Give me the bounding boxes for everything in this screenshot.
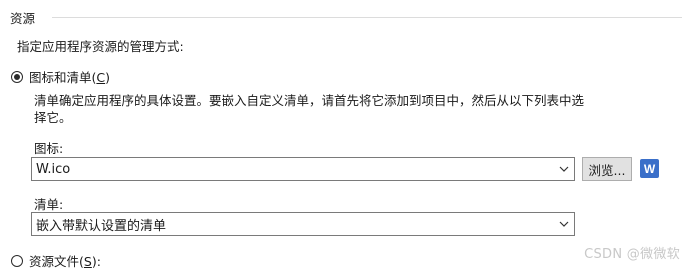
browse-button[interactable]: 浏览... (582, 157, 632, 181)
icon-combobox-value: W.ico (36, 161, 71, 177)
manifest-label: 清单: (34, 197, 64, 212)
radio-dot (14, 73, 20, 80)
accel-key: C (96, 70, 106, 85)
manifest-combobox[interactable]: 嵌入带默认设置的清单 (31, 212, 575, 236)
instruction-text: 指定应用程序资源的管理方式: (17, 39, 184, 54)
group-divider (52, 17, 682, 18)
radio-icon-and-manifest[interactable]: 图标和清单(C) (11, 67, 110, 86)
radio-unselected-indicator[interactable] (11, 254, 23, 267)
chevron-down-icon[interactable] (554, 213, 574, 235)
manifest-combobox-value: 嵌入带默认设置的清单 (36, 218, 167, 234)
manifest-description: 清单确定应用程序的具体设置。要嵌入自定义清单，请首先将它添加到项目中，然后从以下… (34, 93, 585, 125)
resources-panel: 资源 指定应用程序资源的管理方式: 图标和清单(C) 清单确定应用程序的具体设置… (0, 0, 690, 271)
label-suffix: ): (91, 254, 101, 269)
radio-resource-file-label[interactable]: 资源文件(S): (29, 251, 101, 270)
radio-icon-and-manifest-label[interactable]: 图标和清单(C) (29, 67, 110, 86)
radio-selected-indicator[interactable] (11, 70, 23, 83)
icon-combobox[interactable]: W.ico (31, 157, 575, 181)
radio-resource-file[interactable]: 资源文件(S): (11, 251, 101, 270)
radio-label-text: 资源文件 (29, 254, 80, 269)
chevron-down-icon[interactable] (554, 158, 574, 180)
icon-preview: W (640, 159, 659, 178)
accel-key: S (83, 254, 92, 269)
group-title: 资源 (10, 8, 42, 27)
radio-label-text: 图标和清单 (29, 70, 92, 85)
icon-label: 图标: (34, 141, 64, 156)
watermark: CSDN @微微软 (584, 247, 680, 262)
